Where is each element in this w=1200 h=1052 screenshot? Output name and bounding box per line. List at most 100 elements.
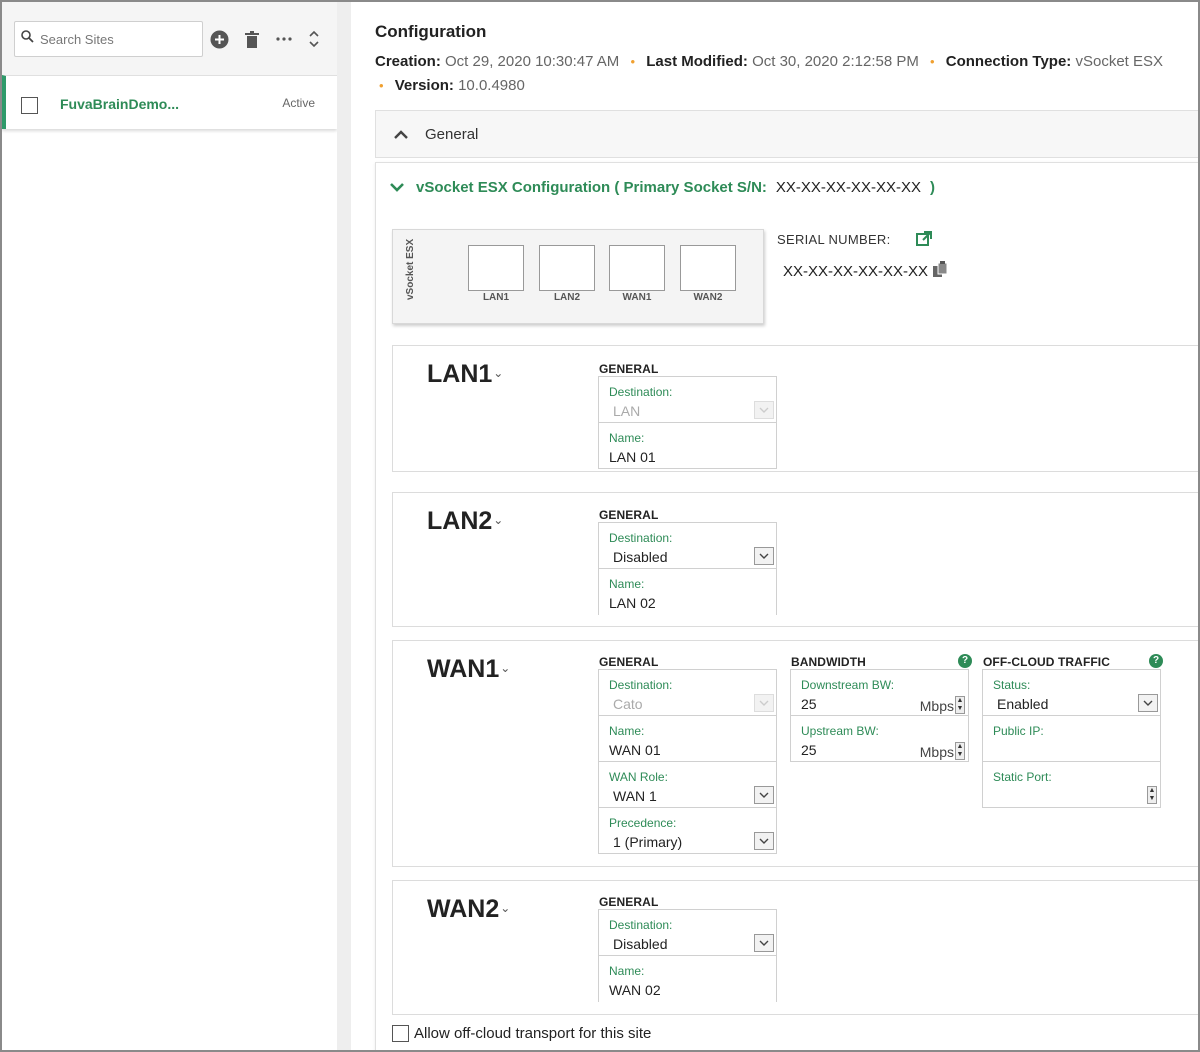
- port-title-lan2[interactable]: LAN2⌄: [427, 507, 503, 536]
- destination-field[interactable]: Destination: Disabled: [598, 522, 777, 569]
- name-input-value[interactable]: LAN 01: [609, 449, 656, 465]
- creation-value: Oct 29, 2020 10:30:47 AM: [445, 53, 620, 70]
- sort-button[interactable]: [304, 29, 324, 49]
- help-icon[interactable]: ?: [1149, 654, 1163, 668]
- port-title-wan1[interactable]: WAN1⌄: [427, 655, 510, 684]
- device-label: vSocket ESX: [405, 238, 416, 300]
- separator-dot: •: [630, 54, 636, 69]
- more-icon: [276, 37, 292, 41]
- section-heading-general: GENERAL: [599, 655, 659, 669]
- serial-number-value: XX-XX-XX-XX-XX-XX: [783, 263, 929, 280]
- field-label: Static Port:: [993, 770, 1052, 784]
- site-name[interactable]: FuvaBrainDemo...: [60, 96, 179, 112]
- downstream-bw-field[interactable]: Downstream BW: 25 Mbps ▲ ▼: [790, 669, 969, 716]
- dropdown-button[interactable]: [754, 547, 774, 565]
- version-label: Version:: [394, 77, 454, 94]
- destination-select-value[interactable]: Disabled: [613, 936, 667, 952]
- page-title: Configuration: [375, 22, 487, 41]
- main-content: Configuration Creation: Oct 29, 2020 10:…: [351, 2, 1198, 1050]
- precedence-select-value[interactable]: 1 (Primary): [613, 834, 682, 850]
- destination-field[interactable]: Destination: Disabled: [598, 909, 777, 956]
- field-label: Destination:: [609, 531, 673, 545]
- upstream-bw-field[interactable]: Upstream BW: 25 Mbps ▲ ▼: [790, 715, 969, 762]
- status-select-value[interactable]: Enabled: [997, 696, 1048, 712]
- static-port-field[interactable]: Static Port: ▲ ▼: [982, 761, 1161, 808]
- field-label: Public IP:: [993, 724, 1044, 738]
- name-input-value[interactable]: WAN 01: [609, 742, 661, 758]
- device-diagram: vSocket ESX LAN1 LAN2 WAN1 WAN2: [392, 229, 764, 324]
- section-heading-general: GENERAL: [599, 895, 659, 909]
- esx-config-header[interactable]: vSocket ESX Configuration ( Primary Sock…: [390, 179, 935, 196]
- wan-role-select-value[interactable]: WAN 1: [613, 788, 657, 804]
- help-icon[interactable]: ?: [958, 654, 972, 668]
- precedence-field[interactable]: Precedence: 1 (Primary): [598, 807, 777, 854]
- name-input-value[interactable]: WAN 02: [609, 982, 661, 998]
- port-wan2-box[interactable]: [680, 245, 736, 291]
- external-link-icon[interactable]: [916, 231, 932, 247]
- dropdown-button: [754, 401, 774, 419]
- sidebar-header: FuvaBrainDemo... Active: [2, 2, 337, 129]
- chevron-down-icon: [390, 183, 404, 192]
- name-input-value[interactable]: LAN 02: [609, 595, 656, 611]
- field-label: Destination:: [609, 385, 673, 399]
- field-label: Name:: [609, 964, 645, 978]
- dropdown-button[interactable]: [1138, 694, 1158, 712]
- destination-select-value[interactable]: Disabled: [613, 549, 667, 565]
- destination-field: Destination: Cato: [598, 669, 777, 716]
- site-list-item[interactable]: FuvaBrainDemo... Active: [2, 75, 337, 129]
- chevron-down-icon: [759, 407, 769, 413]
- allow-offcloud-option[interactable]: Allow off-cloud transport for this site: [392, 1025, 651, 1042]
- chevron-down-icon: [759, 700, 769, 706]
- number-stepper[interactable]: ▲ ▼: [955, 742, 965, 760]
- primary-socket-serial: XX-XX-XX-XX-XX-XX: [775, 179, 921, 196]
- chevron-down-icon: [759, 792, 769, 798]
- port-title-lan1[interactable]: LAN1⌄: [427, 360, 503, 389]
- field-label: Precedence:: [609, 816, 677, 830]
- offcloud-status-field[interactable]: Status: Enabled: [982, 669, 1161, 716]
- number-stepper[interactable]: ▲ ▼: [955, 696, 965, 714]
- more-options-button[interactable]: [274, 29, 294, 49]
- downstream-bw-value[interactable]: 25: [801, 696, 817, 712]
- name-field[interactable]: Name: WAN 01: [598, 715, 777, 762]
- port-card-lan2: LAN2⌄ GENERAL Destination: Disabled Name…: [392, 492, 1198, 627]
- port-lan2-box[interactable]: [539, 245, 595, 291]
- port-title-text: LAN1: [427, 360, 493, 388]
- field-label: Destination:: [609, 918, 673, 932]
- search-box[interactable]: [14, 21, 203, 57]
- delete-site-button[interactable]: [242, 29, 262, 49]
- version-value: 10.0.4980: [458, 77, 525, 94]
- public-ip-field[interactable]: Public IP:: [982, 715, 1161, 762]
- field-label: Status:: [993, 678, 1031, 692]
- port-lan1-box[interactable]: [468, 245, 524, 291]
- dropdown-button[interactable]: [754, 934, 774, 952]
- name-field[interactable]: Name: WAN 02: [598, 955, 777, 1002]
- site-checkbox[interactable]: [21, 97, 38, 114]
- esx-config-title: vSocket ESX Configuration ( Primary Sock…: [416, 179, 767, 196]
- search-input[interactable]: [40, 31, 190, 47]
- chevron-down-icon: ⌄: [493, 513, 504, 527]
- name-field[interactable]: Name: LAN 01: [598, 422, 777, 469]
- port-wan1-box[interactable]: [609, 245, 665, 291]
- add-site-button[interactable]: [209, 29, 229, 49]
- port-card-wan2: WAN2⌄ GENERAL Destination: Disabled Name…: [392, 880, 1198, 1015]
- number-stepper[interactable]: ▲ ▼: [1147, 786, 1157, 804]
- dropdown-button: [754, 694, 774, 712]
- port-title-wan2[interactable]: WAN2⌄: [427, 895, 510, 924]
- modified-value: Oct 30, 2020 2:12:58 PM: [752, 53, 919, 70]
- separator-dot: •: [930, 54, 935, 69]
- dropdown-button[interactable]: [754, 786, 774, 804]
- upstream-bw-value[interactable]: 25: [801, 742, 817, 758]
- creation-label: Creation:: [375, 53, 441, 70]
- copy-icon[interactable]: [931, 261, 949, 279]
- allow-offcloud-checkbox[interactable]: [392, 1025, 409, 1042]
- app-frame: FuvaBrainDemo... Active Configuration Cr…: [0, 0, 1200, 1052]
- wan-role-field[interactable]: WAN Role: WAN 1: [598, 761, 777, 808]
- general-section-header[interactable]: General: [375, 110, 1198, 158]
- port-title-text: WAN1: [427, 655, 500, 683]
- chevron-down-icon: [759, 553, 769, 559]
- field-label: Destination:: [609, 678, 673, 692]
- name-field[interactable]: Name: LAN 02: [598, 568, 777, 615]
- dropdown-button[interactable]: [754, 832, 774, 850]
- field-label: Name:: [609, 577, 645, 591]
- field-label: Name:: [609, 724, 645, 738]
